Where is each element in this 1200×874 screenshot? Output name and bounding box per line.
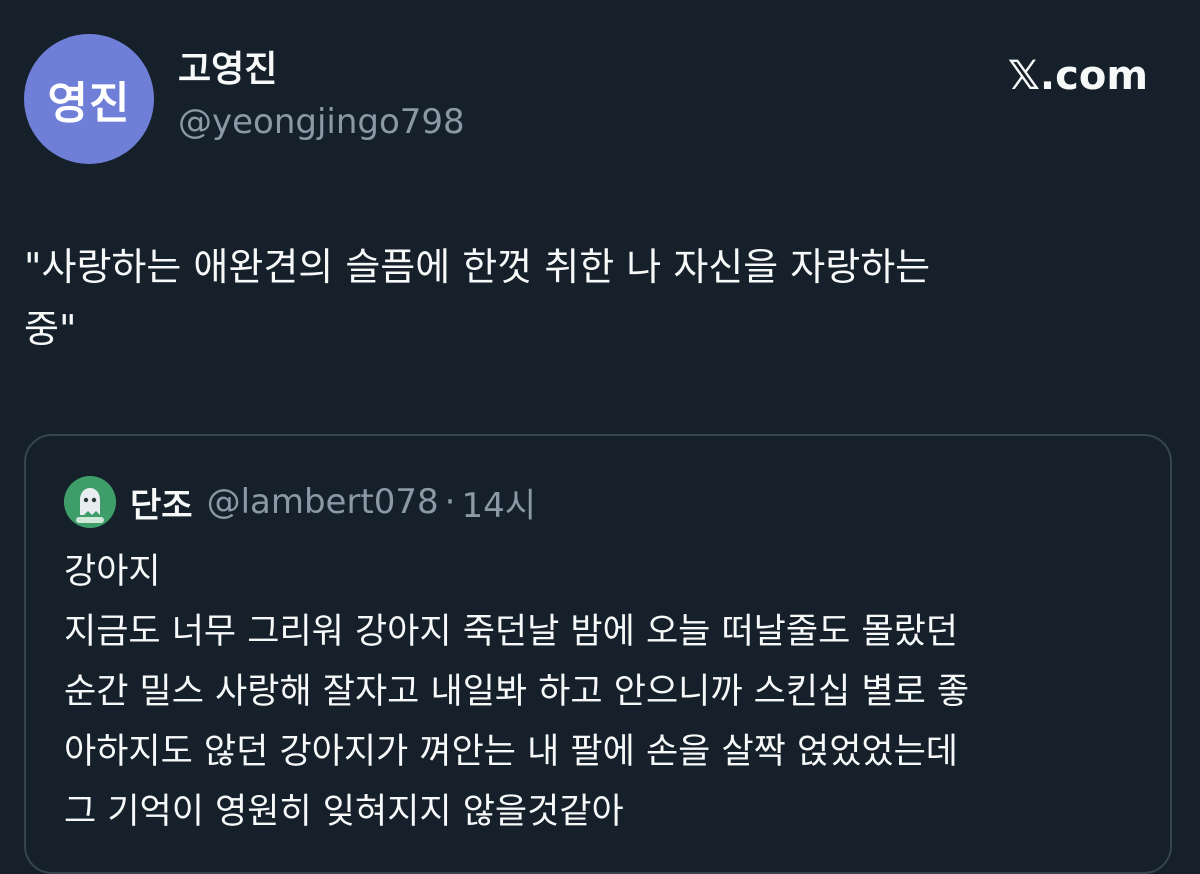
quoted-tweet-card[interactable]: 단조 @lambert078 · 14시 강아지 지금도 너무 그리워 강아지 … [24,434,1172,874]
quoted-text-line: 순간 밀스 사랑해 잘자고 내일봐 하고 안으니까 스킨십 별로 좋 [64,672,970,712]
tweet-text: "사랑하는 애완견의 슬픔에 한껏 취한 나 자신을 자랑하는 중" [24,236,1134,360]
tweet-header: 영진 고영진 @yeongjingo798 𝕏.com [24,34,1176,164]
ghost-sticker-icon[interactable] [64,476,116,528]
quoted-tweet-header: 단조 @lambert078 · 14시 [64,476,536,528]
quoted-text-line: 지금도 너무 그리워 강아지 죽던날 밤에 오늘 떠날줄도 몰랐던 [64,612,959,652]
quoted-text-line: 강아지 [64,552,161,592]
author-info: 고영진 @yeongjingo798 [178,48,465,144]
separator-dot: · [444,482,456,522]
quoted-tweet-text: 강아지 지금도 너무 그리워 강아지 죽던날 밤에 오늘 떠날줄도 몰랐던 순간… [64,542,1144,842]
quoted-text-line: 그 기억이 영원히 잊혀지지 않을것같아 [64,792,624,832]
author-display-name[interactable]: 고영진 [178,48,465,92]
author-avatar[interactable]: 영진 [24,34,154,164]
x-logo: 𝕏.com [1007,53,1148,99]
quoted-timestamp[interactable]: 14시 [461,478,536,527]
quoted-display-name[interactable]: 단조 [130,478,193,527]
tweet-text-line: "사랑하는 애완견의 슬픔에 한껏 취한 나 자신을 자랑하는 [24,245,931,289]
author-handle[interactable]: @yeongjingo798 [178,100,465,144]
tweet-text-line: 중" [24,307,77,351]
quoted-text-line: 아하지도 않던 강아지가 껴안는 내 팔에 손을 살짝 얹었었는데 [64,732,959,772]
avatar-text: 영진 [47,78,131,129]
quoted-handle[interactable]: @lambert078 [207,482,439,522]
